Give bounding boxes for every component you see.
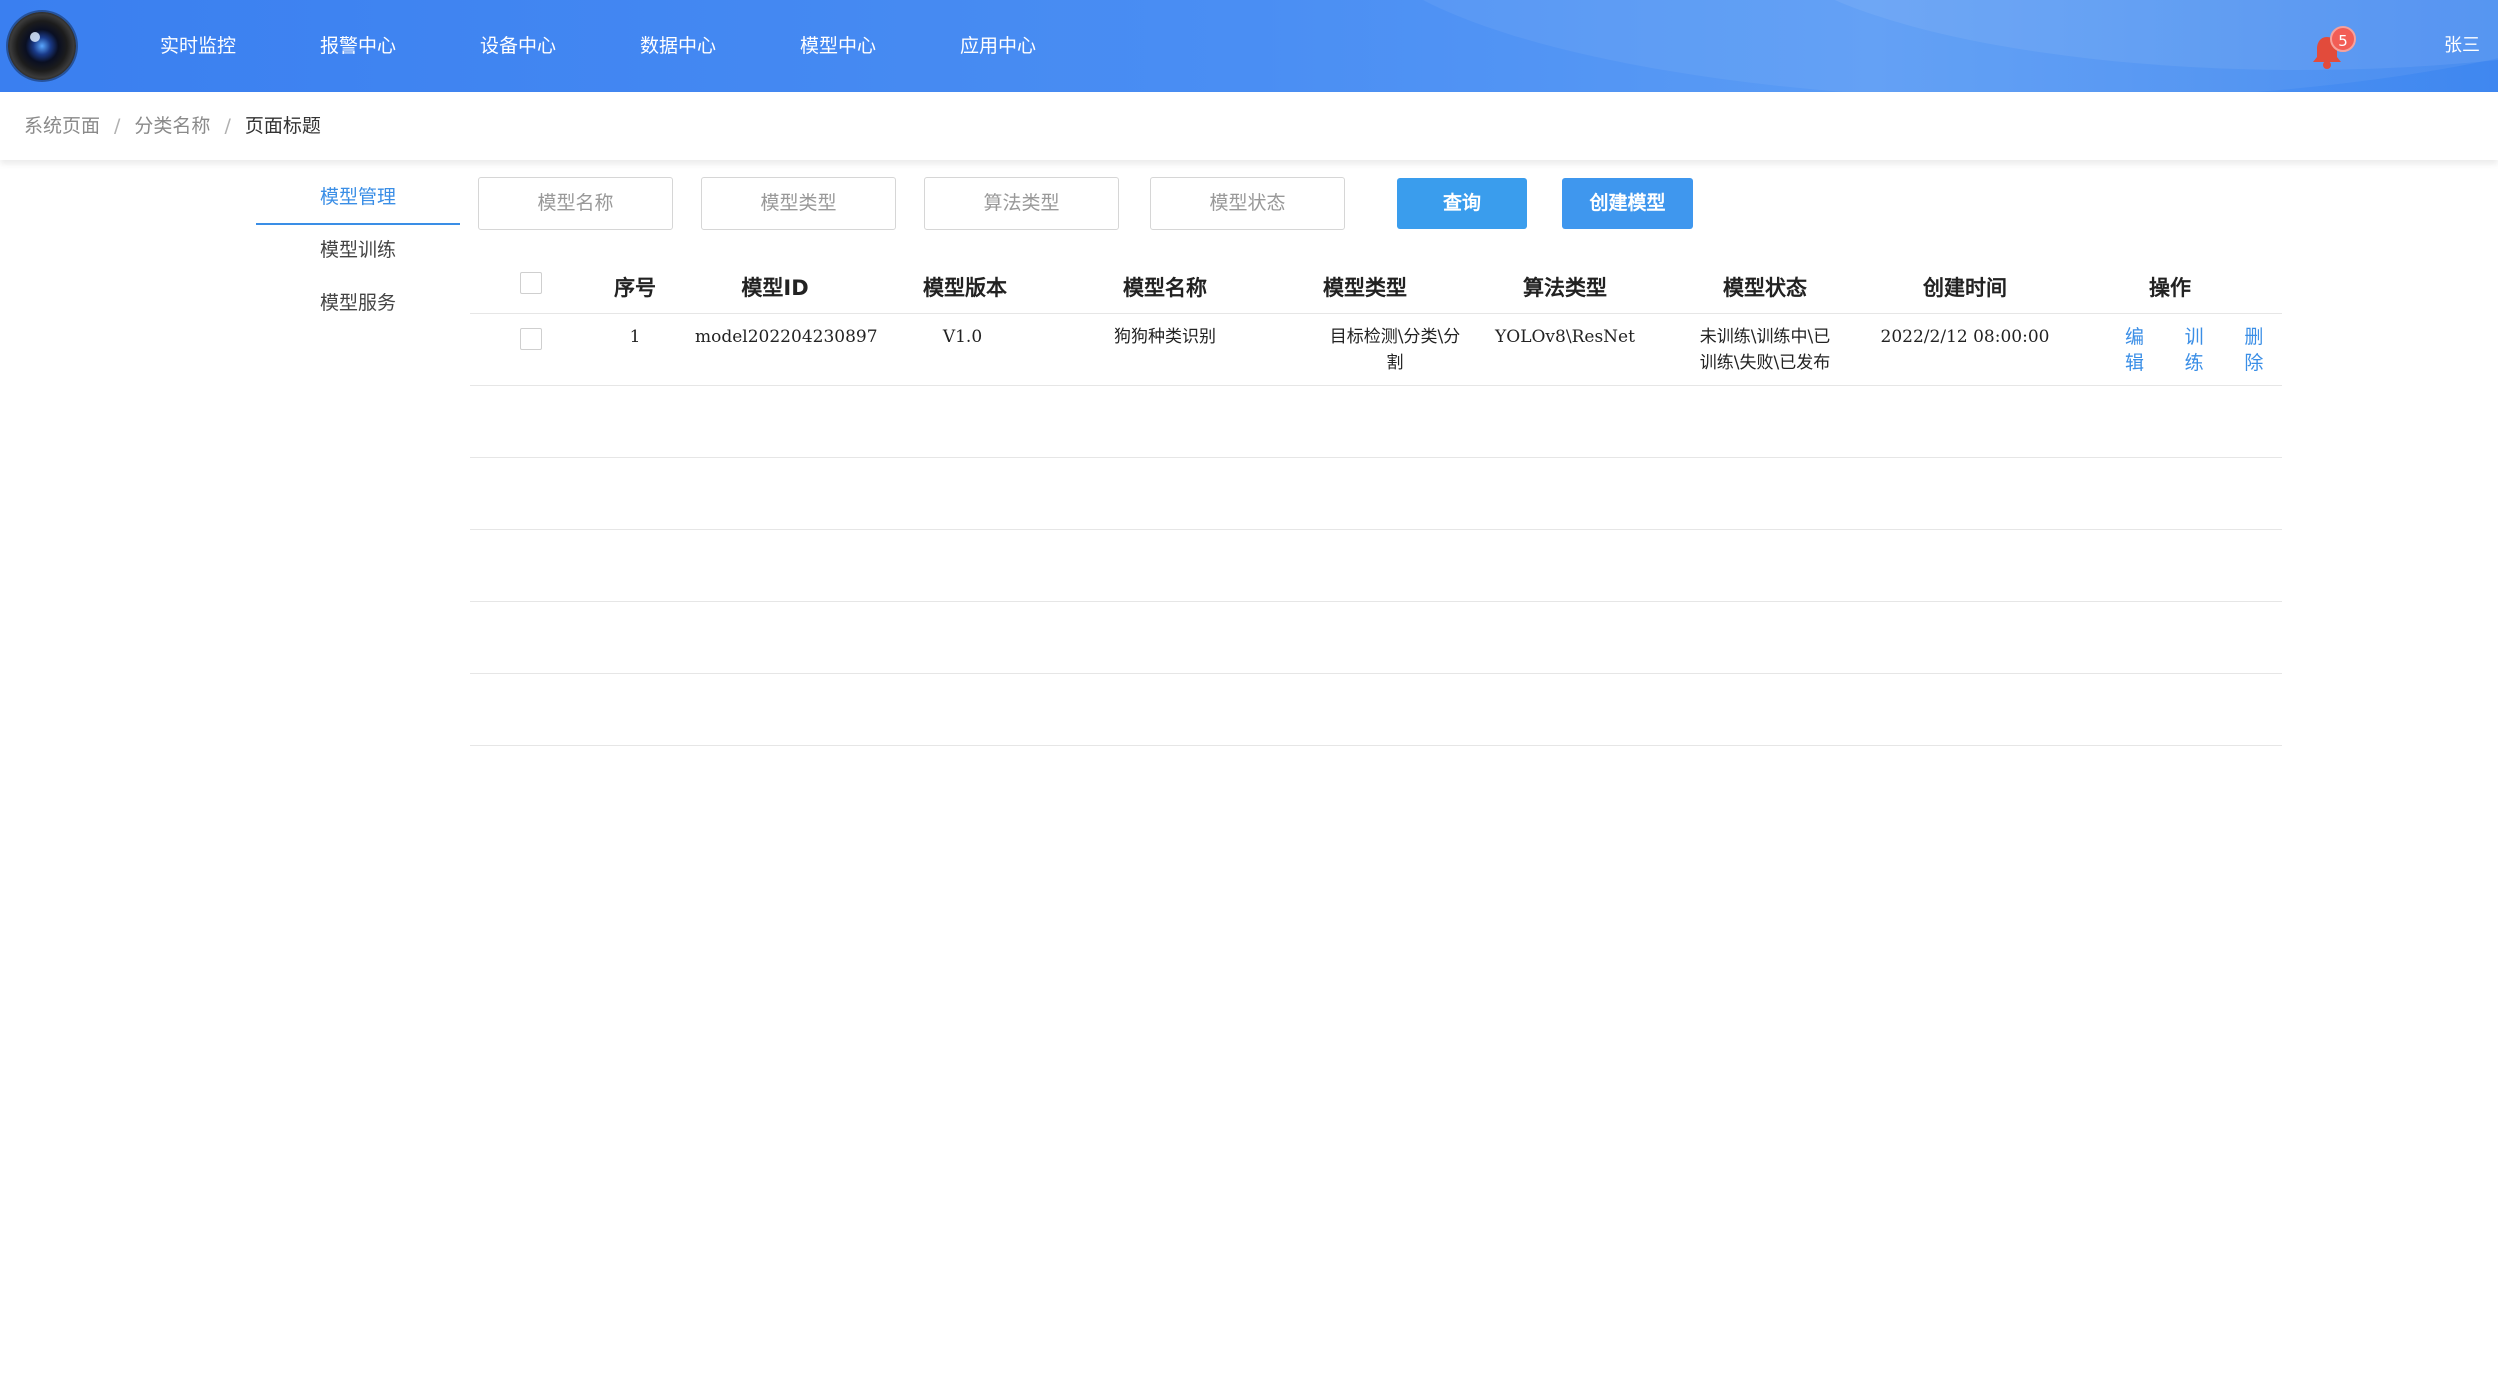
cell-index: 1 xyxy=(629,327,641,347)
cell-name: 狗狗种类识别 xyxy=(1114,327,1216,347)
train-link[interactable]: 训练 xyxy=(2185,324,2223,376)
col-header-status: 模型状态 xyxy=(1723,276,1807,300)
side-item-model-management[interactable]: 模型管理 xyxy=(256,172,460,225)
col-header-algo: 算法类型 xyxy=(1523,276,1607,300)
col-header-ops: 操作 xyxy=(2149,276,2191,300)
breadcrumb-item[interactable]: 系统页面 xyxy=(24,92,100,160)
cell-type: 目标检测\分类\分 割 xyxy=(1315,314,1475,376)
cell-version: V1.0 xyxy=(942,327,983,347)
select-all-checkbox[interactable] xyxy=(520,272,542,294)
col-header-name: 模型名称 xyxy=(1123,276,1207,300)
notification-badge: 5 xyxy=(2330,26,2356,52)
nav-item-realtime-monitor[interactable]: 实时监控 xyxy=(160,0,320,92)
nav-item-data-center[interactable]: 数据中心 xyxy=(640,0,800,92)
col-header-type: 模型类型 xyxy=(1323,276,1407,300)
table-row-empty xyxy=(470,386,2282,458)
main-nav: 实时监控 报警中心 设备中心 数据中心 模型中心 应用中心 xyxy=(160,0,1120,92)
user-name[interactable]: 张三 xyxy=(2444,0,2480,92)
nav-item-app-center[interactable]: 应用中心 xyxy=(960,0,1120,92)
cell-status-line: 训练\失败\已发布 xyxy=(1699,353,1831,373)
table-row-empty xyxy=(470,530,2282,602)
breadcrumb-separator: / xyxy=(224,115,231,137)
delete-link[interactable]: 删除 xyxy=(2244,324,2282,376)
model-type-select[interactable]: 模型类型 xyxy=(701,177,896,230)
cell-type-line: 割 xyxy=(1386,353,1404,373)
model-name-input[interactable]: 模型名称 xyxy=(478,177,673,230)
nav-item-model-center[interactable]: 模型中心 xyxy=(800,0,960,92)
cell-type-line: 目标检测\分类\分 xyxy=(1329,327,1461,347)
cell-created: 2022/2/12 08:00:00 xyxy=(1880,327,2050,347)
model-status-select[interactable]: 模型状态 xyxy=(1150,177,1345,230)
table-row-empty xyxy=(470,602,2282,674)
cell-status-line: 未训练\训练中\已 xyxy=(1699,327,1831,347)
create-model-button[interactable]: 创建模型 xyxy=(1562,178,1693,229)
breadcrumb: 系统页面 / 分类名称 / 页面标题 xyxy=(24,92,321,160)
algo-type-select[interactable]: 算法类型 xyxy=(924,177,1119,230)
side-item-model-training[interactable]: 模型训练 xyxy=(256,225,460,278)
table-row-empty xyxy=(470,674,2282,746)
breadcrumb-current: 页面标题 xyxy=(244,115,321,137)
top-header: 实时监控 报警中心 设备中心 数据中心 模型中心 应用中心 5 张三 xyxy=(0,0,2498,92)
col-header-created: 创建时间 xyxy=(1923,276,2007,300)
breadcrumb-separator: / xyxy=(114,115,121,137)
table-header: 序号 模型ID 模型版本 模型名称 模型类型 算法类型 模型状态 创建时间 操作 xyxy=(470,262,2282,314)
side-item-model-service[interactable]: 模型服务 xyxy=(256,278,460,331)
breadcrumb-bar: 系统页面 / 分类名称 / 页面标题 xyxy=(0,92,2498,160)
breadcrumb-item[interactable]: 分类名称 xyxy=(134,92,210,160)
row-actions: 编辑 训练 删除 xyxy=(2125,324,2282,376)
table-row-empty xyxy=(470,458,2282,530)
col-header-index: 序号 xyxy=(614,276,656,300)
row-checkbox[interactable] xyxy=(520,328,542,350)
nav-item-device-center[interactable]: 设备中心 xyxy=(480,0,640,92)
nav-item-alarm-center[interactable]: 报警中心 xyxy=(320,0,480,92)
cell-model-id: model202204230897 xyxy=(695,327,878,347)
table-row: 1 model202204230897 V1.0 狗狗种类识别 目标检测\分类\… xyxy=(470,314,2282,386)
col-header-version: 模型版本 xyxy=(923,276,1007,300)
side-menu: 模型管理 模型训练 模型服务 xyxy=(256,172,460,331)
col-header-model-id: 模型ID xyxy=(741,276,809,300)
query-button[interactable]: 查询 xyxy=(1397,178,1527,229)
model-table: 序号 模型ID 模型版本 模型名称 模型类型 算法类型 模型状态 创建时间 操作… xyxy=(470,262,2282,746)
cell-algo: YOLOv8\ResNet xyxy=(1495,327,1635,347)
cell-status: 未训练\训练中\已 训练\失败\已发布 xyxy=(1685,314,1845,376)
edit-link[interactable]: 编辑 xyxy=(2125,324,2163,376)
camera-logo-icon[interactable] xyxy=(8,12,76,80)
